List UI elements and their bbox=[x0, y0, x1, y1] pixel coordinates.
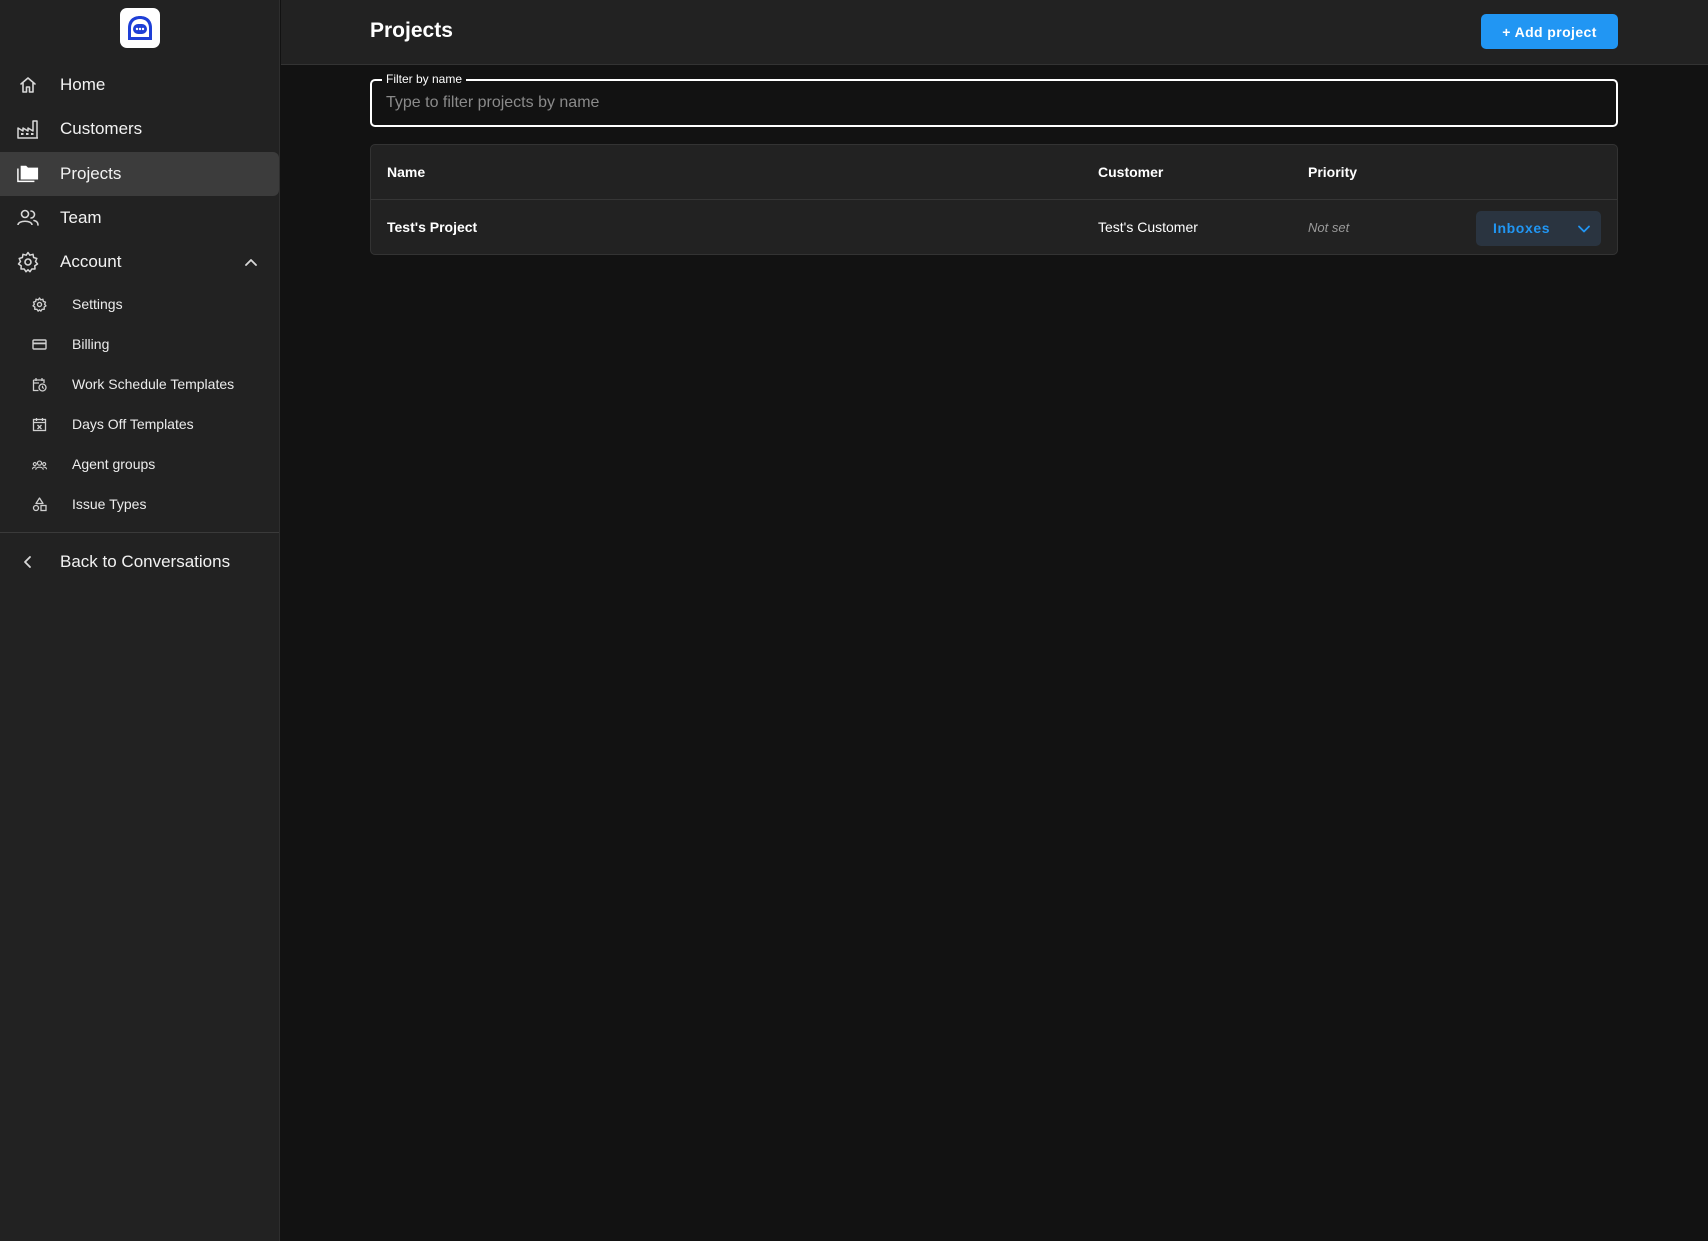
app-root: Home Customers Projects Team Account Set… bbox=[0, 0, 1708, 1241]
page-title: Projects bbox=[370, 19, 453, 42]
sidebar-item-projects[interactable]: Projects bbox=[0, 152, 279, 196]
sidebar-subitem-label: Billing bbox=[72, 336, 110, 352]
sidebar-item-home[interactable]: Home bbox=[0, 63, 279, 107]
sidebar-subitem-label: Issue Types bbox=[72, 496, 147, 512]
project-name[interactable]: Test's Project bbox=[387, 219, 477, 235]
calendar-x-icon bbox=[32, 417, 47, 432]
chat-bubble-logo bbox=[128, 16, 152, 40]
sidebar-subitem-label: Settings bbox=[72, 296, 123, 312]
table-row[interactable]: Test's Project Test's Customer Not set I… bbox=[371, 201, 1617, 255]
sidebar-subitem-issue-types[interactable]: Issue Types bbox=[0, 484, 279, 524]
table-header: Name Customer Priority bbox=[371, 145, 1617, 200]
gear-icon bbox=[32, 297, 47, 312]
sidebar-subitem-label: Days Off Templates bbox=[72, 416, 194, 432]
credit-card-icon bbox=[32, 337, 47, 352]
chevron-left-icon bbox=[17, 551, 39, 573]
add-project-button[interactable]: + Add project bbox=[1481, 14, 1618, 49]
chevron-down-icon bbox=[1576, 221, 1592, 237]
sidebar-item-team[interactable]: Team bbox=[0, 196, 279, 240]
sidebar-subitem-billing[interactable]: Billing bbox=[0, 324, 279, 364]
factory-icon bbox=[17, 118, 39, 140]
sidebar-subitem-agent-groups[interactable]: Agent groups bbox=[0, 444, 279, 484]
inboxes-dropdown-button[interactable]: Inboxes bbox=[1476, 211, 1601, 246]
inboxes-label: Inboxes bbox=[1493, 220, 1551, 236]
sidebar-item-label: Customers bbox=[60, 119, 143, 138]
sidebar-item-label: Account bbox=[60, 252, 122, 271]
project-priority: Not set bbox=[1308, 220, 1350, 235]
folders-icon bbox=[17, 163, 39, 185]
filter-by-name-field: Filter by name bbox=[370, 72, 1618, 127]
project-customer: Test's Customer bbox=[1098, 219, 1198, 235]
sidebar-item-customers[interactable]: Customers bbox=[0, 107, 279, 151]
chevron-up-icon[interactable] bbox=[243, 254, 259, 270]
sidebar-subitem-label: Work Schedule Templates bbox=[72, 376, 235, 392]
sidebar: Home Customers Projects Team Account Set… bbox=[0, 0, 280, 1241]
page-header: Projects + Add project bbox=[281, 0, 1708, 65]
sidebar-divider bbox=[0, 532, 279, 533]
back-to-conversations-link[interactable]: Back to Conversations bbox=[0, 540, 279, 584]
sidebar-subitem-settings[interactable]: Settings bbox=[0, 284, 279, 324]
shapes-icon bbox=[32, 497, 47, 512]
gear-icon bbox=[17, 251, 39, 273]
projects-table: Name Customer Priority Test's Project Te… bbox=[370, 144, 1618, 255]
back-to-conversations-label: Back to Conversations bbox=[60, 552, 231, 571]
sidebar-item-label: Team bbox=[60, 208, 102, 227]
group-icon bbox=[32, 457, 47, 472]
app-logo[interactable] bbox=[120, 8, 160, 48]
calendar-clock-icon bbox=[32, 377, 47, 392]
sidebar-item-account[interactable]: Account bbox=[0, 240, 279, 284]
home-icon bbox=[17, 74, 39, 96]
filter-input[interactable] bbox=[386, 81, 1586, 125]
sidebar-subitem-days-off-templates[interactable]: Days Off Templates bbox=[0, 404, 279, 444]
column-header-name[interactable]: Name bbox=[387, 164, 425, 180]
people-icon bbox=[17, 207, 39, 229]
column-header-customer[interactable]: Customer bbox=[1098, 164, 1163, 180]
sidebar-subitem-label: Agent groups bbox=[72, 456, 156, 472]
column-header-priority[interactable]: Priority bbox=[1308, 164, 1357, 180]
sidebar-item-label: Projects bbox=[60, 164, 122, 183]
sidebar-item-label: Home bbox=[60, 75, 106, 94]
sidebar-subitem-work-schedule-templates[interactable]: Work Schedule Templates bbox=[0, 364, 279, 404]
